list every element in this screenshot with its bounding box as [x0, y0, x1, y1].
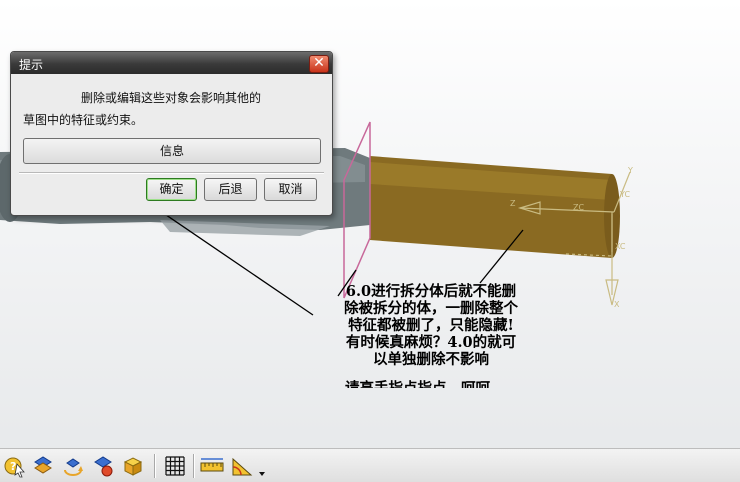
- axis-label-x: X: [614, 300, 620, 309]
- annotation-tail-text: 请高手指点指点，呵呵: [345, 377, 490, 388]
- axis-label-z: Z: [510, 199, 516, 208]
- axis-label-xc: XC: [615, 242, 626, 251]
- dialog-separator: [19, 172, 324, 174]
- dialog-title: 提示: [19, 58, 44, 72]
- annotation-line: 6.0进行拆分体后就不能删: [345, 283, 517, 300]
- ok-button[interactable]: 确定: [146, 178, 197, 201]
- annotation-line: 特征都被删了，只能隐藏!: [348, 317, 514, 334]
- annotation-line: 有时候真麻烦？4.0的就可: [345, 334, 517, 351]
- annotation-line: 以单独删除不影响: [373, 351, 489, 368]
- dialog-message-line2: 草图中的特征或约束。: [23, 113, 144, 127]
- annotation-text: 6.0进行拆分体后就不能删 除被拆分的体，一删除整个 特征都被删了，只能隐藏! …: [322, 283, 540, 368]
- toolbar-separator: [154, 454, 156, 478]
- dropdown-arrow-icon[interactable]: [256, 454, 268, 478]
- axis-label-y: Y: [628, 166, 633, 175]
- dialog-message-line1: 删除或编辑这些对象会影响其他的: [81, 91, 262, 105]
- ruler-icon[interactable]: [200, 454, 224, 478]
- bottom-toolbar: ?: [0, 448, 740, 482]
- axis-label-yc: YC: [620, 190, 631, 199]
- shaded-cube-icon[interactable]: [121, 454, 145, 478]
- annotation-line: 除被拆分的体，一删除整个: [344, 300, 518, 317]
- angle-measure-icon[interactable]: [230, 454, 254, 478]
- display-toggle-icon[interactable]: [91, 454, 115, 478]
- show-hide-icon[interactable]: [31, 454, 55, 478]
- info-button[interactable]: 信息: [23, 138, 321, 164]
- dialog-titlebar[interactable]: 提示 ✕: [11, 52, 332, 74]
- rotate-icon[interactable]: [61, 454, 85, 478]
- close-button[interactable]: ✕: [309, 55, 329, 73]
- help-pointer-icon[interactable]: ?: [2, 454, 26, 478]
- warning-dialog: 提示 ✕ 删除或编辑这些对象会影响其他的 草图中的特征或约束。 信息 确定 后退…: [10, 51, 333, 216]
- grid-icon[interactable]: [163, 454, 187, 478]
- close-icon: ✕: [313, 55, 325, 71]
- cancel-button[interactable]: 取消: [264, 178, 317, 201]
- back-button[interactable]: 后退: [204, 178, 257, 201]
- axis-label-zc: ZC: [573, 203, 585, 212]
- toolbar-separator: [193, 454, 195, 478]
